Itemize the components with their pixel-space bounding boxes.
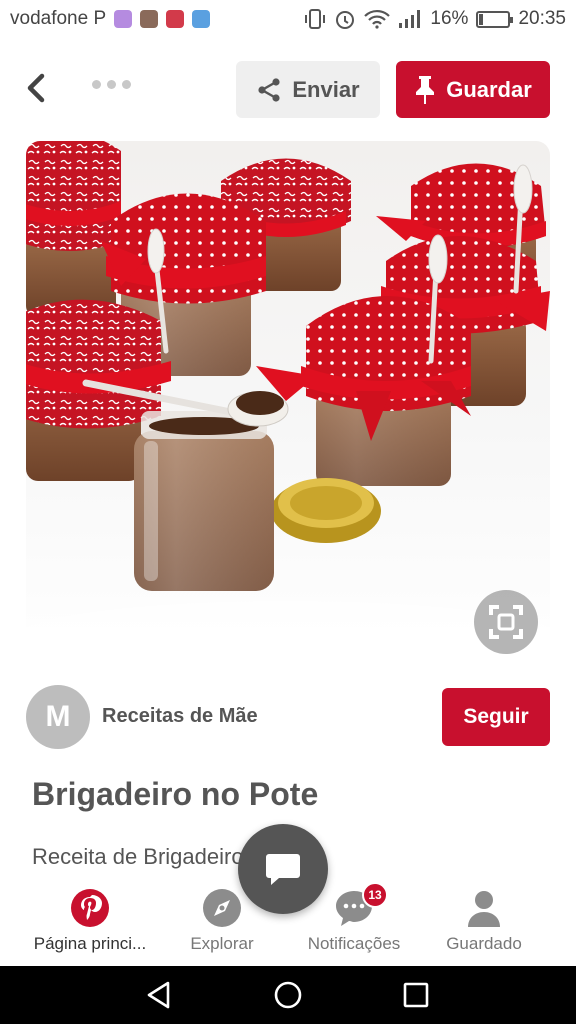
pinterest-icon [70, 888, 110, 928]
wifi-icon [364, 9, 391, 29]
author-name[interactable]: Receitas de Mãe [102, 705, 258, 728]
nav-home[interactable]: Página princi... [24, 888, 156, 964]
vibrate-icon [305, 9, 326, 29]
nav-saved[interactable]: Guardado [418, 888, 550, 964]
nav-label: Guardado [446, 934, 522, 953]
signal-icon [399, 10, 421, 28]
send-button[interactable]: Enviar [236, 61, 380, 118]
recents-square-icon[interactable] [401, 980, 431, 1010]
battery-percent: 16% [430, 8, 469, 29]
nav-label: Página princi... [33, 934, 147, 953]
carrier-name: vodafone P [10, 8, 107, 29]
chat-bubble-icon: 13 [334, 882, 388, 928]
pin-title: Brigadeiro no Pote [32, 776, 319, 812]
system-navigation-bar [0, 966, 576, 1024]
alarm-icon [336, 11, 355, 29]
nav-label: Explorar [190, 934, 254, 953]
back-triangle-icon[interactable] [144, 980, 174, 1010]
visual-search-icon[interactable] [474, 590, 538, 654]
home-circle-icon[interactable] [273, 980, 303, 1010]
pin-author: M Receitas de Mãe Seguir [26, 685, 550, 749]
pushpin-icon [416, 75, 435, 104]
back-arrow-icon[interactable] [20, 68, 56, 108]
send-label: Enviar [292, 76, 360, 102]
notification-app-icon [166, 10, 185, 28]
notification-badge: 13 [362, 882, 388, 908]
pin-toolbar: Enviar Guardar [0, 52, 576, 126]
nav-label: Notificações [307, 934, 401, 953]
notification-app-icon [192, 10, 211, 28]
clock: 20:35 [518, 8, 566, 29]
person-icon [464, 888, 504, 928]
compass-icon [202, 888, 242, 928]
save-button[interactable]: Guardar [396, 61, 550, 118]
message-button[interactable] [238, 824, 328, 914]
share-icon [258, 77, 280, 102]
pin-image[interactable] [26, 141, 550, 665]
follow-button[interactable]: Seguir [442, 688, 550, 746]
status-bar: vodafone P 16% 20:35 [0, 0, 576, 40]
notification-app-icon [114, 10, 133, 28]
battery-icon [476, 10, 514, 28]
avatar[interactable]: M [26, 685, 90, 749]
save-label: Guardar [446, 76, 532, 102]
more-dots-icon[interactable] [92, 80, 131, 89]
notification-photo-icon [140, 10, 159, 28]
message-icon [266, 854, 300, 885]
